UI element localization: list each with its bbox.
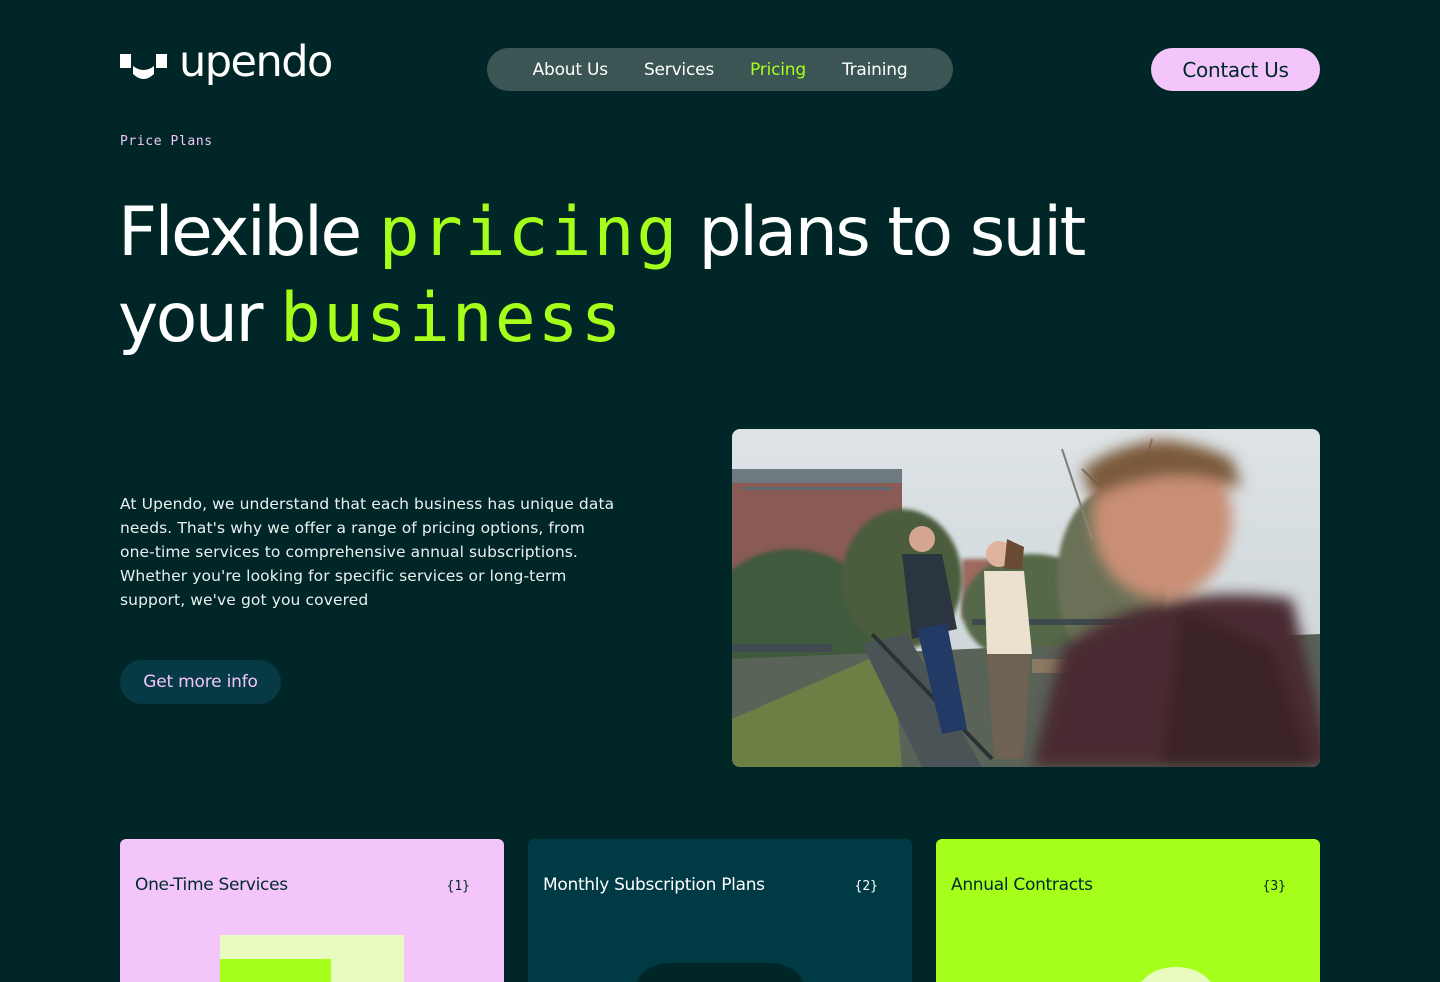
- get-more-info-button[interactable]: Get more info: [120, 660, 281, 704]
- card-title: Annual Contracts: [951, 875, 1093, 895]
- upendo-logo-icon: [120, 54, 167, 79]
- card-illustration: [1141, 967, 1211, 982]
- card-number: {2}: [854, 879, 878, 894]
- eyebrow-label: Price Plans: [120, 134, 213, 149]
- card-one-time-services[interactable]: One-Time Services {1}: [120, 839, 504, 982]
- card-number: {3}: [1262, 879, 1286, 894]
- page-title: Flexible pricing plans to suit your busi…: [118, 190, 1218, 362]
- card-title: One-Time Services: [135, 875, 288, 895]
- nav-item-about-us[interactable]: About Us: [533, 60, 609, 80]
- card-illustration: [636, 963, 804, 982]
- contact-us-button[interactable]: Contact Us: [1151, 48, 1320, 91]
- main-nav: About Us Services Pricing Training: [487, 48, 953, 91]
- headline-part-1: Flexible: [118, 193, 379, 272]
- card-annual-contracts[interactable]: Annual Contracts {3}: [936, 839, 1320, 982]
- nav-item-services[interactable]: Services: [644, 60, 714, 80]
- card-title: Monthly Subscription Plans: [543, 875, 765, 895]
- intro-paragraph: At Upendo, we understand that each busin…: [120, 495, 615, 609]
- brand-name: upendo: [179, 36, 333, 87]
- brand-logo[interactable]: upendo: [120, 36, 333, 87]
- team-photo: [732, 429, 1320, 767]
- nav-item-pricing[interactable]: Pricing: [750, 60, 806, 80]
- headline-highlight-business: business: [280, 279, 624, 358]
- card-number: {1}: [446, 879, 470, 894]
- headline-highlight-pricing: pricing: [378, 193, 680, 272]
- nav-item-training[interactable]: Training: [842, 60, 908, 80]
- card-illustration: [220, 935, 404, 982]
- card-monthly-subscription-plans[interactable]: Monthly Subscription Plans {2}: [528, 839, 912, 982]
